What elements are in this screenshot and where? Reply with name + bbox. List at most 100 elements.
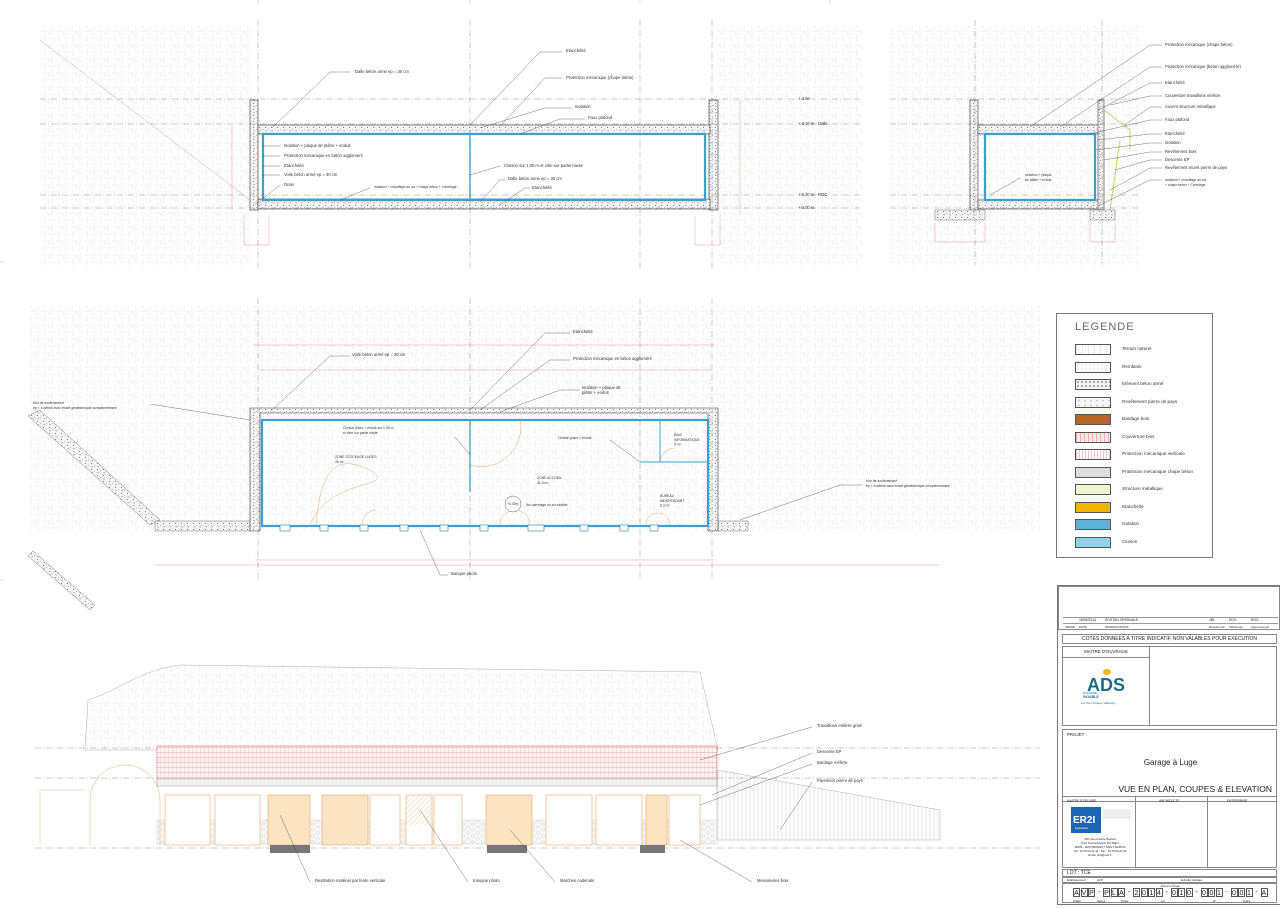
er2i-logo: ER2I ingénierie [1071,807,1101,833]
elevation-bay [321,794,369,846]
plan-ann-6: Cloison placo + enduit [558,436,592,440]
tr-ann-5: Faux plafond [1165,117,1190,122]
plan-ann-1: Voile béton armé ep = 30 cm [352,352,406,357]
scale-label: Echelle Globale : [1181,878,1204,882]
section-longitudinal: + 3.66 + 3.16 m - Dalle + 0.30 m - RDC +… [39,20,862,270]
reference-char: P [1088,888,1095,897]
legend-item: Remblais [1075,361,1205,374]
tr-ann-2: Etanchéité [1165,80,1185,85]
kiosk-panel [406,795,432,825]
tl-ann-0: Dalle béton armé ep = 30 cm [355,69,409,74]
plan-level-text: +0.30m [507,502,519,506]
legend-item: Couverture bois [1075,431,1205,444]
elevation-grates [270,845,665,853]
reference-char: L [1110,888,1118,897]
reference-footer: Phase Nature Projet Lot N° Indice [1073,899,1268,904]
right-wall [708,99,719,211]
tr-ann-6: Etanchéité [1165,131,1185,136]
lot-box: LOT : TCE [1062,869,1277,877]
tr-ann-3: Couverture travaillons mélèze [1165,93,1221,98]
projet-name: Garage à Luge [1143,758,1198,767]
sun-icon [1103,669,1111,675]
reference-char: 0 [1170,888,1178,897]
tl-ann-3: Isolation [575,104,591,109]
revision-initial-2: EDO [1229,618,1237,622]
plan-ann-11: Sol carrelage ou sol skiable [526,503,568,507]
phase-label: Etablissement : [1067,878,1088,882]
reference-box: Numéro Projet AVP-PLA-2014-010-001-001-A… [1062,883,1277,903]
revision-label: EDITION ORIGINALE [1105,618,1139,622]
reference-char: 0 [1208,888,1215,897]
elev-ann-4: Restitution matériel par fente verticale [315,878,386,883]
elevation-bay [545,794,593,846]
legend-item: Isolation [1075,519,1205,531]
elev-ann-1: Descente EP [817,749,842,754]
plan-ann-2: Protection mécanique en béton aggloméré [573,356,653,361]
ads-logo-sub2: SKIABLE [1083,695,1099,699]
legend-swatch [1075,361,1111,373]
tr-ann-4: Auvent structure métallique [1165,104,1216,109]
tl-ann-9: Drain [284,182,295,187]
plan-view: +0.30m Etanchéité Voile béton armé ep = 3… [27,298,1040,611]
tl-ann-1: Etanchéité [566,48,586,53]
reference-char: 1 [1148,888,1155,897]
roof-slab [257,124,711,135]
elevation-bay [214,794,261,846]
tl-ann-12: Dalle béton armé ep = 30 cm [508,176,562,181]
legend-label: Etanchéité [1122,503,1144,509]
reference-char: 4 [1155,888,1163,897]
legend-swatch [1075,501,1111,513]
revision-header-date: DATE [1079,625,1087,629]
elevation-view: Travaillons mélèze grisé Descente EP Barda… [35,664,1040,883]
reference-char: A [1073,888,1080,897]
reference-char: - [1165,889,1168,896]
tr-ann-7: Isolation [1165,140,1181,145]
legend-item: Elément béton armé [1075,379,1205,391]
tl-ann-6: Protection mécanique en béton aggloméré [284,153,364,158]
legend: LEGENDE Terrain naturel Remblais Elément b… [1056,313,1213,558]
reference-char: - [1195,889,1198,896]
legend-label: Terrain naturel [1122,346,1152,351]
revision-date: 18/02/2014 [1079,618,1096,622]
elevation-bay [267,794,311,846]
legend-swatch [1075,396,1111,408]
legend-item: Structure métallique [1075,484,1205,496]
ads-logo: ADS DOMAINE SKIABLE Les Arcs Peisey-Vall… [1063,657,1150,726]
elev-ann-2: Bardage mélèze [817,760,848,765]
elev-ann-3: Parement pierre de pays [817,778,863,783]
reference-footer-label: Indice [1243,899,1251,903]
elevation-bay [668,794,701,846]
revision-header-approved: Approuvé par [1251,625,1270,629]
legend-swatch [1075,449,1111,460]
legend-label: Revêtement pierre de pays [1122,398,1178,404]
tr-ann-1: Protection mécanique (béton aggloméré) [1165,64,1241,69]
tl-ann-13: Etanchéité [532,185,552,190]
plan-ann-0: Etanchéité [573,329,593,334]
elev-ann-6: Marches cadenats [560,878,594,883]
legend-item: Bardage bois [1075,414,1205,426]
reference-char: - [1127,889,1131,896]
legend-swatch [1075,431,1111,443]
legend-item: Terrain naturel [1075,344,1205,356]
elev-ann-5: Kiosque photo [473,878,500,883]
level-2: + 3.16 m - Dalle [798,121,828,126]
reference-char: 1 [1215,888,1223,897]
legend-label: Cloison [1122,538,1138,544]
reference-char: - [1097,889,1101,896]
reference-char: - [1225,889,1228,896]
parties-box: MAITRE D'OEUVRE ARCHITECTE ENTREPRISE ER… [1062,796,1277,868]
legend-label: Remblais [1122,363,1142,369]
tl-ann-5: Isolation + plaque de plâtre + enduit [284,143,351,148]
revision-table: 18/02/2014 EDITION ORIGINALE JBL EDO RDO… [1058,586,1280,630]
revision-initial-3: RDO [1251,618,1259,622]
reference-char: 1 [1178,888,1185,897]
reference-char: 1 [1245,888,1253,897]
legend-item: Protection mécanique chape béton [1075,466,1205,479]
elev-ann-0: Travaillons mélèze grisé [817,723,863,728]
roof-timber [156,745,718,780]
level-1: + 3.66 [798,96,810,101]
tr-ann-11: Isolation + chauffage au sol + chape béto… [1165,178,1207,187]
revision-header-mods: MODIFICATIONS [1105,625,1129,629]
level-3: + 0.30 m - RDC [798,192,827,197]
legend-label: Structure métallique [1122,486,1163,491]
